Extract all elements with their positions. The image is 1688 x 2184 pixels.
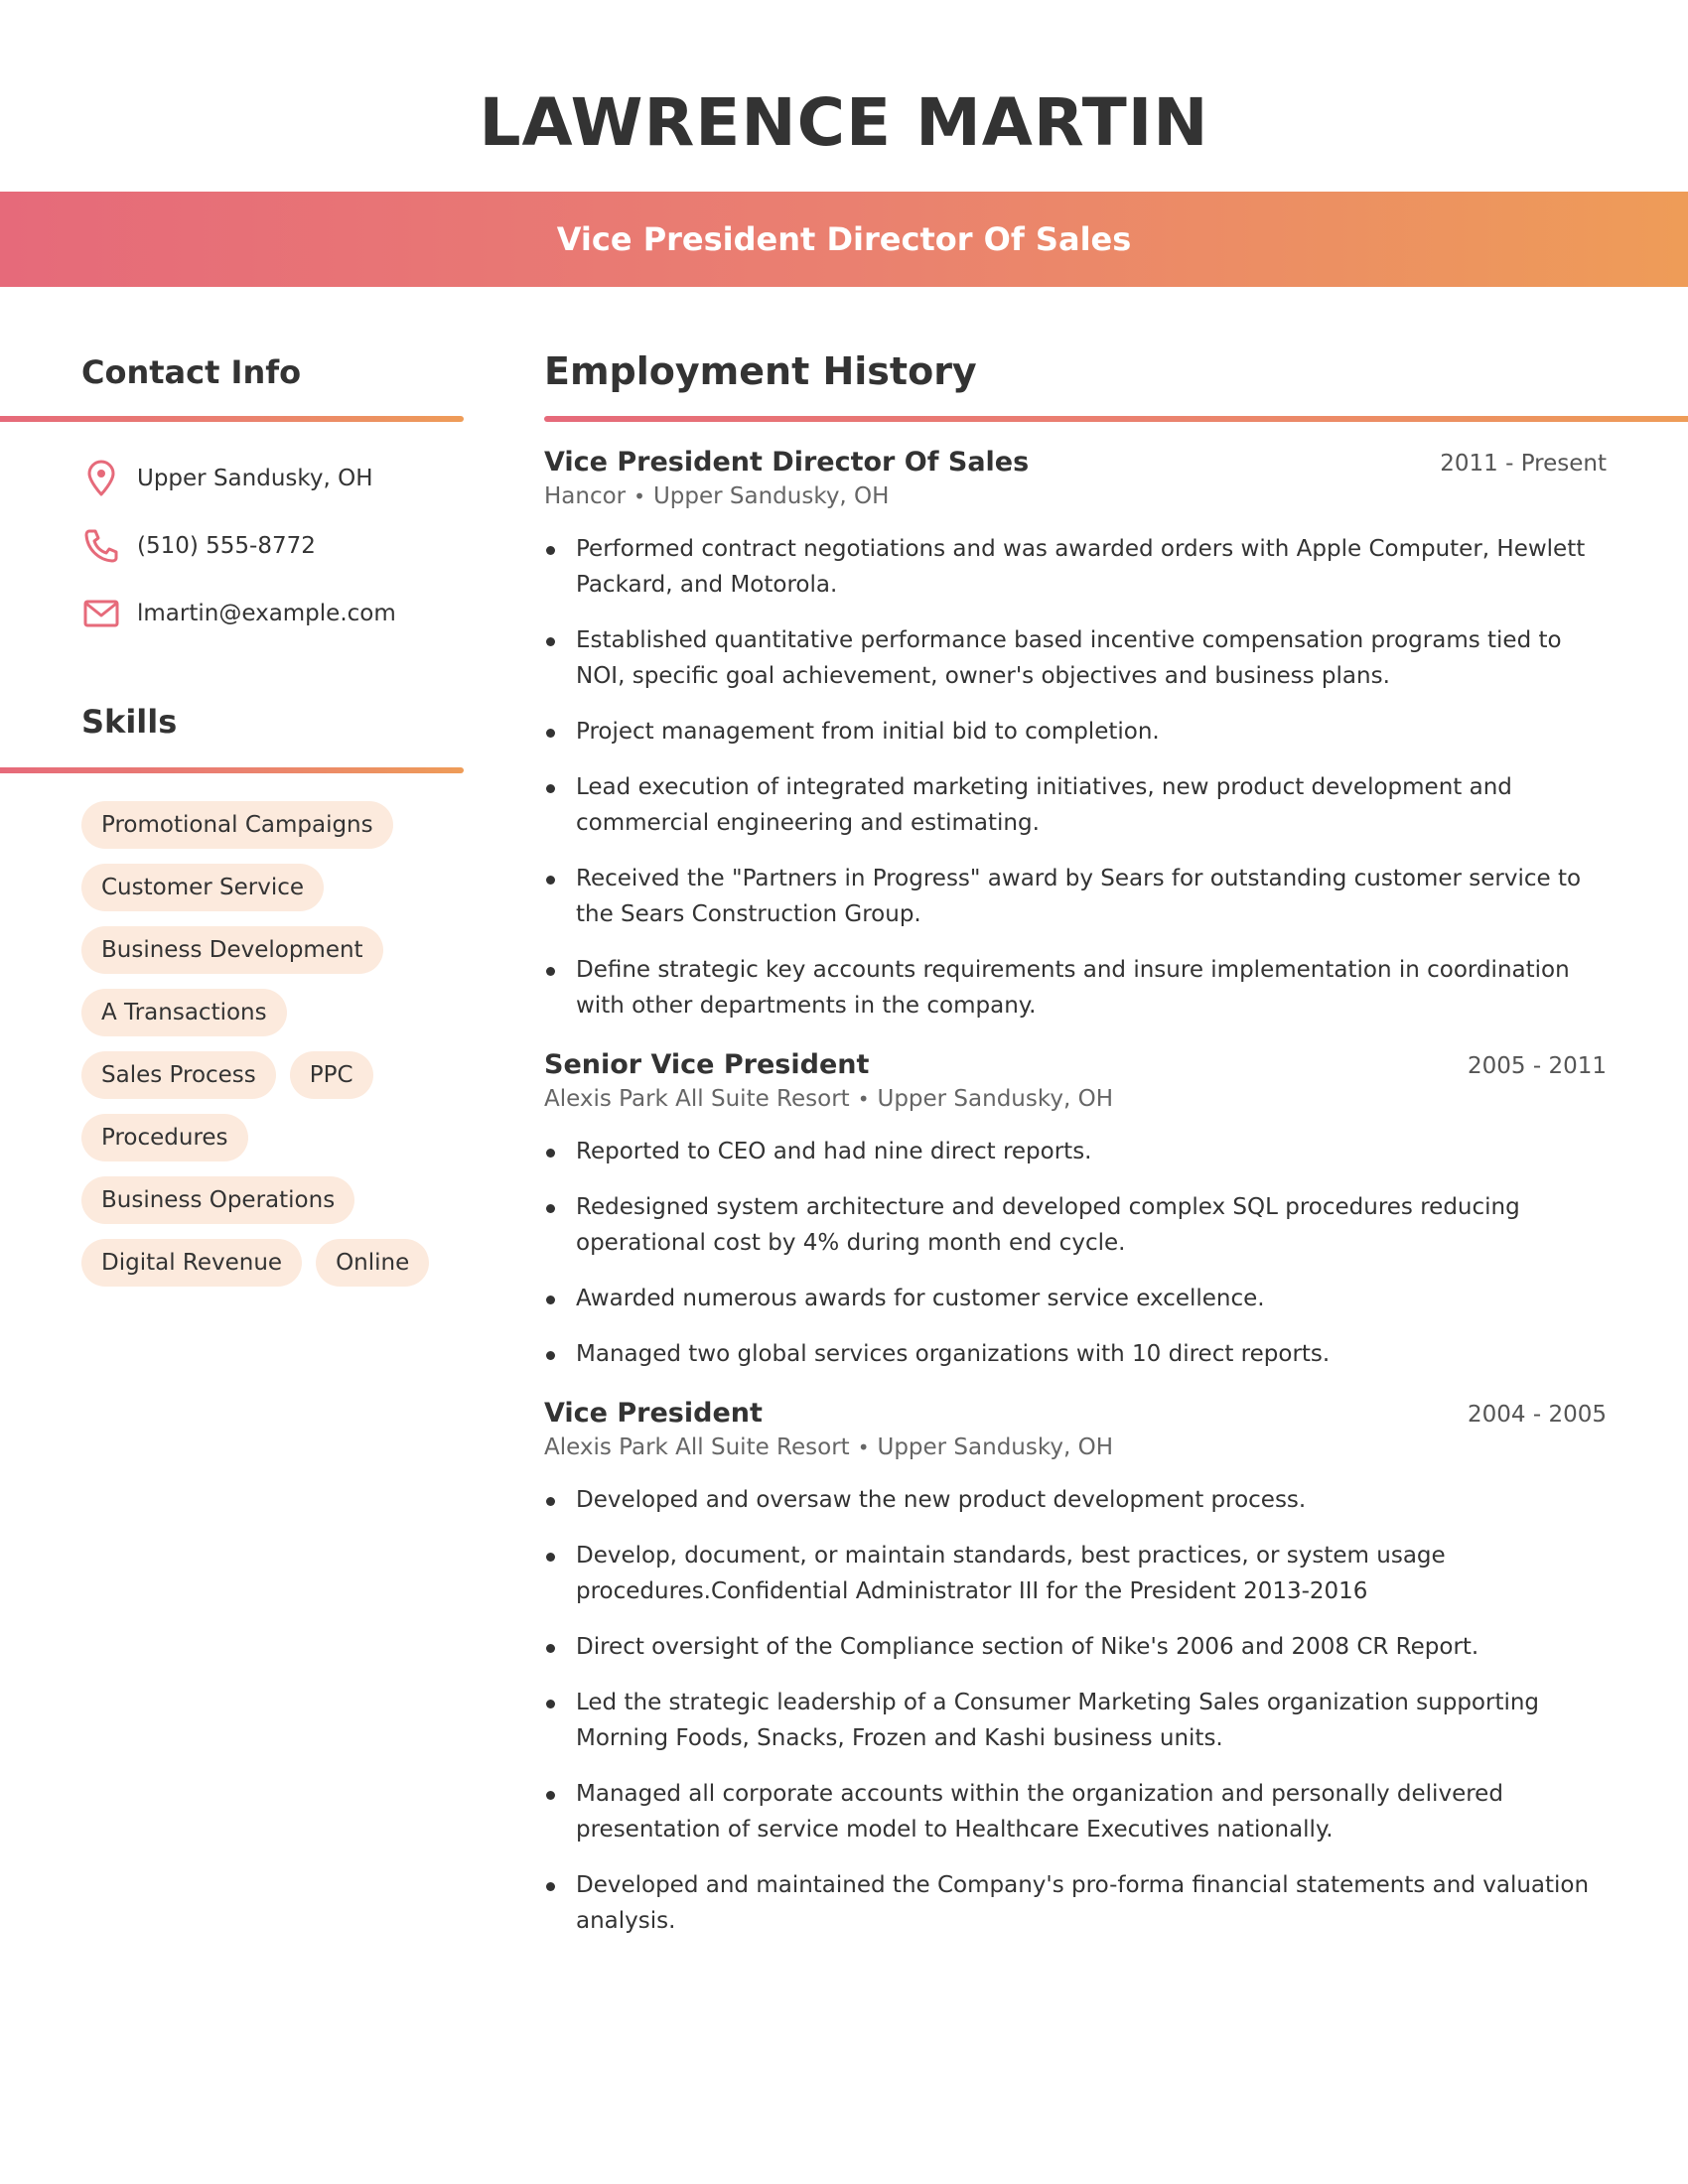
- job-bullets: Developed and oversaw the new product de…: [544, 1482, 1607, 1939]
- job-bullet: Awarded numerous awards for customer ser…: [544, 1281, 1607, 1316]
- skill-pill: Digital Revenue: [81, 1239, 303, 1287]
- job-bullet: Define strategic key accounts requiremen…: [544, 952, 1607, 1024]
- job-bullet: Lead execution of integrated marketing i…: [544, 769, 1607, 841]
- job-entry: Vice President 2004 - 2005 Alexis Park A…: [544, 1398, 1607, 1939]
- skill-pill: Online: [316, 1239, 430, 1287]
- contact-section-title: Contact Info: [81, 353, 302, 391]
- job-title: Vice President Director Of Sales: [544, 447, 1030, 478]
- job-title: Senior Vice President: [544, 1049, 870, 1080]
- job-title: Vice President: [544, 1398, 763, 1429]
- job-entry: Senior Vice President 2005 - 2011 Alexis…: [544, 1049, 1607, 1372]
- title-banner: Vice President Director Of Sales: [0, 192, 1688, 287]
- job-bullet: Direct oversight of the Compliance secti…: [544, 1629, 1607, 1665]
- skill-pill: Business Operations: [81, 1176, 355, 1224]
- job-location: Upper Sandusky, OH: [652, 483, 890, 509]
- contact-item-location: Upper Sandusky, OH: [81, 445, 396, 512]
- job-company: Alexis Park All Suite Resort: [544, 1434, 850, 1460]
- job-company: Hancor: [544, 483, 627, 509]
- job-bullet: Managed all corporate accounts within th…: [544, 1776, 1607, 1847]
- skill-pill: Customer Service: [81, 864, 325, 911]
- skill-pill: Sales Process: [81, 1051, 276, 1099]
- employment-divider: [544, 416, 1688, 422]
- skill-pill: Business Development: [81, 926, 383, 974]
- skills-list: Promotional Campaigns Customer Service B…: [81, 801, 459, 1287]
- job-dates: 2011 - Present: [1440, 451, 1607, 477]
- job-bullet: Developed and oversaw the new product de…: [544, 1482, 1607, 1518]
- contact-email-text[interactable]: lmartin@example.com: [137, 601, 396, 626]
- job-bullet: Established quantitative performance bas…: [544, 622, 1607, 694]
- job-bullets: Performed contract negotiations and was …: [544, 531, 1607, 1024]
- job-bullets: Reported to CEO and had nine direct repo…: [544, 1134, 1607, 1372]
- skills-section-title: Skills: [81, 703, 178, 741]
- job-dates: 2004 - 2005: [1468, 1402, 1607, 1428]
- job-bullet: Performed contract negotiations and was …: [544, 531, 1607, 603]
- separator-dot: •: [857, 1087, 870, 1111]
- job-bullet: Led the strategic leadership of a Consum…: [544, 1685, 1607, 1756]
- skill-pill: Promotional Campaigns: [81, 801, 393, 849]
- skills-divider: [0, 767, 464, 773]
- job-location: Upper Sandusky, OH: [877, 1434, 1113, 1460]
- contact-location-text: Upper Sandusky, OH: [137, 466, 373, 491]
- separator-dot: •: [857, 1435, 870, 1459]
- contact-phone-text[interactable]: (510) 555-8772: [137, 533, 316, 559]
- contact-list: Upper Sandusky, OH (510) 555-8772 lmarti…: [81, 445, 396, 647]
- job-bullet: Reported to CEO and had nine direct repo…: [544, 1134, 1607, 1169]
- skill-pill: Procedures: [81, 1114, 248, 1161]
- job-dates: 2005 - 2011: [1468, 1053, 1607, 1079]
- job-bullet: Redesigned system architecture and devel…: [544, 1189, 1607, 1261]
- mail-icon: [81, 594, 121, 633]
- job-bullet: Project management from initial bid to c…: [544, 714, 1607, 750]
- job-location: Upper Sandusky, OH: [877, 1086, 1113, 1112]
- employment-section-title: Employment History: [544, 349, 977, 393]
- skill-pill: PPC: [289, 1051, 373, 1099]
- phone-icon: [81, 526, 121, 566]
- contact-item-email: lmartin@example.com: [81, 580, 396, 647]
- job-bullet: Developed and maintained the Company's p…: [544, 1867, 1607, 1939]
- candidate-job-title: Vice President Director Of Sales: [556, 220, 1132, 258]
- contact-divider: [0, 416, 464, 422]
- job-company: Alexis Park All Suite Resort: [544, 1086, 850, 1112]
- job-entry: Vice President Director Of Sales 2011 - …: [544, 447, 1607, 1024]
- contact-item-phone: (510) 555-8772: [81, 512, 396, 580]
- job-bullet: Received the "Partners in Progress" awar…: [544, 861, 1607, 932]
- candidate-name: LAWRENCE MARTIN: [479, 84, 1209, 161]
- job-bullet: Managed two global services organization…: [544, 1336, 1607, 1372]
- employment-list: Vice President Director Of Sales 2011 - …: [544, 447, 1607, 1965]
- job-bullet: Develop, document, or maintain standards…: [544, 1538, 1607, 1609]
- location-pin-icon: [81, 459, 121, 498]
- separator-dot: •: [633, 484, 645, 508]
- skill-pill: A Transactions: [81, 989, 287, 1036]
